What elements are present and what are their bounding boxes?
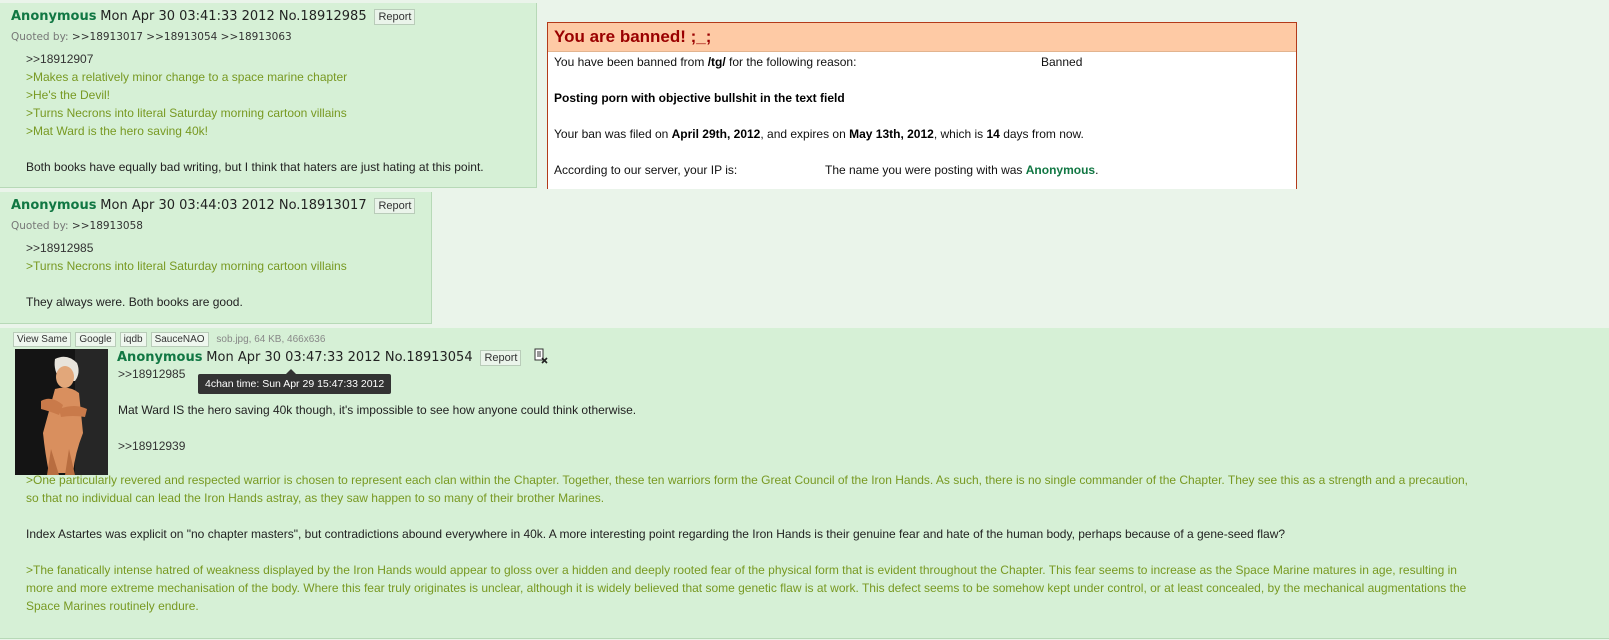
ban-intro-suffix: for the following reason:: [725, 55, 857, 69]
greentext-line: so that no individual can lead the Iron …: [26, 491, 605, 505]
ban-intro-prefix: You have been banned from: [554, 55, 708, 69]
ban-ip-label: According to our server, your IP is:: [554, 163, 738, 177]
poster-name: Anonymous: [117, 350, 203, 365]
greentext-line: >Turns Necrons into literal Saturday mor…: [26, 259, 347, 273]
ban-reason-text: Posting porn with objective bullshit in …: [554, 91, 845, 105]
greentext-line: >Turns Necrons into literal Saturday mor…: [26, 106, 347, 120]
ban-expires-date: May 13th, 2012: [849, 127, 934, 141]
ban-board: /tg/: [707, 55, 726, 69]
image-search-bar: View Same Google iqdb SauceNAO sob.jpg, 64 …: [13, 331, 325, 347]
thumbnail-figure: [15, 349, 108, 475]
quoted-by-label: Quoted by:: [11, 31, 69, 43]
post-header: Anonymous Mon Apr 30 03:44:03 2012 No.18…: [11, 198, 416, 214]
ban-status: Banned: [1041, 55, 1083, 69]
post-18913017: Anonymous Mon Apr 30 03:44:03 2012 No.18…: [0, 192, 432, 324]
quoted-by-label: Quoted by:: [11, 220, 69, 232]
post-text: They always were. Both books are good.: [26, 295, 243, 309]
post-date-number[interactable]: Mon Apr 30 03:41:33 2012 No.18912985: [100, 9, 366, 24]
greentext-line: >He's the Devil!: [26, 88, 110, 102]
ban-days: 14: [986, 127, 1000, 141]
ban-reason-intro: You have been banned from /tg/ for the f…: [554, 55, 856, 69]
post-date-number[interactable]: Mon Apr 30 03:47:33 2012 No.18913054: [206, 350, 472, 365]
ban-name-value: Anonymous: [1025, 163, 1096, 177]
post-18913054: View Same Google iqdb SauceNAO sob.jpg, 64 …: [0, 328, 1609, 639]
quoted-by-links[interactable]: >>18913017 >>18913054 >>18913063: [72, 31, 292, 43]
post-body-bottom: >One particularly revered and respected …: [26, 471, 1606, 615]
greentext-line: Space Marines routinely endure.: [26, 599, 199, 613]
ban-reason: Posting porn with objective bullshit in …: [554, 91, 845, 105]
greentext-line: >Mat Ward is the hero saving 40k!: [26, 124, 208, 138]
poster-name: Anonymous: [11, 9, 97, 24]
greentext-line: more and more extreme mechanisation of t…: [26, 581, 1467, 595]
greentext-line: >Makes a relatively minor change to a sp…: [26, 70, 348, 84]
ban-days-suffix: days from now.: [999, 127, 1084, 141]
post-header: Anonymous Mon Apr 30 03:41:33 2012 No.18…: [11, 9, 416, 25]
post-thumbnail[interactable]: [15, 349, 108, 475]
ban-days-prefix: , which is: [933, 127, 987, 141]
post-text: Mat Ward IS the hero saving 40k though, …: [118, 403, 637, 417]
post-text: Both books have equally bad writing, but…: [26, 160, 484, 174]
iqdb-button[interactable]: iqdb: [119, 332, 147, 347]
quote-link[interactable]: >>18912985: [26, 239, 426, 257]
greentext-line: >One particularly revered and respected …: [26, 473, 1469, 487]
post-date-number[interactable]: Mon Apr 30 03:44:03 2012 No.18913017: [100, 198, 366, 213]
saucenao-button[interactable]: SauceNAO: [150, 332, 209, 347]
post-body: >>18912985 >Turns Necrons into literal S…: [26, 239, 426, 311]
report-button[interactable]: Report: [374, 198, 416, 214]
google-button[interactable]: Google: [75, 332, 116, 347]
view-same-button[interactable]: View Same: [13, 332, 72, 347]
ban-filed-prefix: Your ban was filed on: [554, 127, 672, 141]
quote-link[interactable]: >>18912907: [26, 50, 536, 68]
greentext-line: >The fanatically intense hatred of weakn…: [26, 563, 1457, 577]
ban-name-info: The name you were posting with was Anony…: [825, 163, 1098, 177]
quote-link[interactable]: >>18912939: [118, 437, 1118, 455]
post-18912985: Anonymous Mon Apr 30 03:41:33 2012 No.18…: [0, 3, 537, 188]
quoted-by-links[interactable]: >>18913058: [72, 220, 143, 232]
poster-name: Anonymous: [11, 198, 97, 213]
ban-dates: Your ban was filed on April 29th, 2012, …: [554, 127, 1084, 141]
quoted-by: Quoted by: >>18913017 >>18913054 >>18913…: [11, 31, 292, 43]
quote-link[interactable]: >>18912985: [118, 365, 1118, 383]
quoted-by: Quoted by: >>18913058: [11, 220, 143, 232]
ban-name-suffix: .: [1095, 163, 1099, 177]
report-button[interactable]: Report: [374, 9, 416, 25]
file-info[interactable]: sob.jpg, 64 KB, 466x636: [216, 334, 325, 345]
ban-title: You are banned! ;_;: [548, 23, 1296, 52]
ban-filed-date: April 29th, 2012: [671, 127, 761, 141]
report-button[interactable]: Report: [480, 350, 522, 366]
ban-name-prefix: The name you were posting with was: [825, 163, 1026, 177]
post-body: >>18912907 >Makes a relatively minor cha…: [26, 50, 536, 176]
post-body-top: >>18912985 Mat Ward IS the hero saving 4…: [118, 365, 1118, 455]
post-text: Index Astartes was explicit on "no chapt…: [26, 527, 1286, 541]
ban-notice: You are banned! ;_; You have been banned…: [547, 22, 1297, 189]
ban-expires-prefix: , and expires on: [760, 127, 850, 141]
